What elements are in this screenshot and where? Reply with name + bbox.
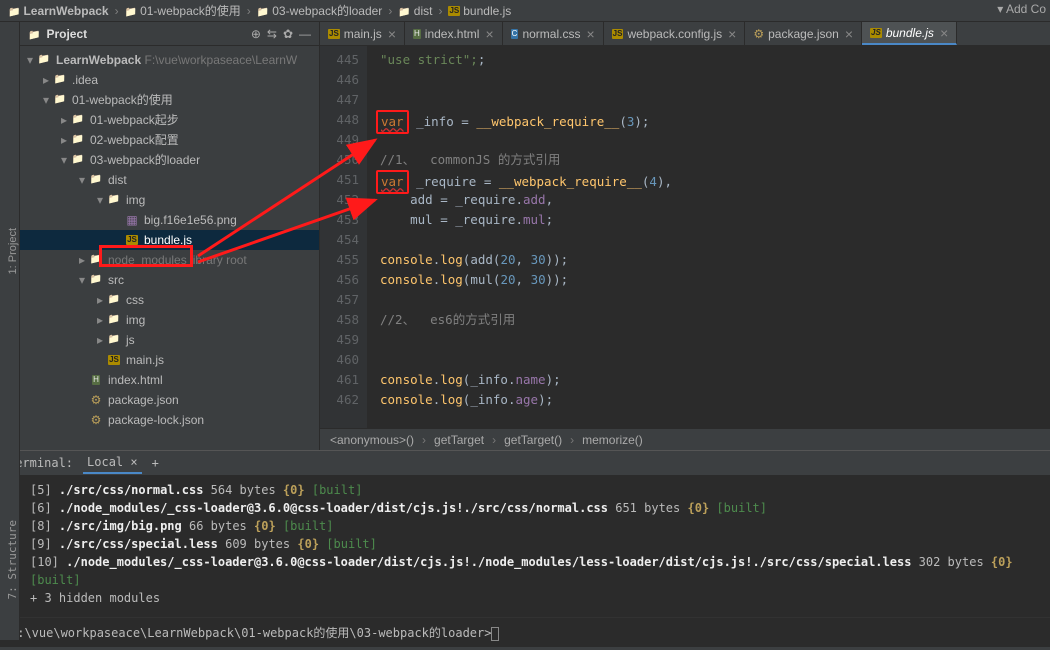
tab-normal-css[interactable]: Cnormal.css× [503, 22, 604, 45]
line-gutter: 4454464474484494504514524534544554564574… [320, 46, 368, 428]
project-tree[interactable]: ▾LearnWebpack F:\vue\workpaseace\LearnW … [20, 46, 319, 450]
terminal-tab-local[interactable]: Local × [83, 452, 142, 474]
code-editor[interactable]: 4454464474484494504514524534544554564574… [320, 46, 1050, 428]
js-file-icon: JS [448, 6, 460, 16]
folder-icon [398, 4, 410, 18]
folder-icon [257, 4, 269, 18]
tab-index-html[interactable]: Hindex.html× [405, 22, 503, 45]
locate-icon[interactable]: ⊕ [251, 27, 261, 41]
run-config-icon[interactable]: ▾ [997, 2, 1003, 16]
html-icon: H [92, 375, 100, 385]
json-icon: ⚙ [88, 390, 104, 410]
png-icon: ▦ [124, 210, 140, 230]
add-terminal-button[interactable]: + [152, 456, 159, 470]
tree-item-bundle-js[interactable]: JSbundle.js [20, 230, 319, 250]
project-view-icon [28, 27, 40, 41]
folder-icon [125, 4, 137, 18]
project-panel-title: Project [46, 27, 244, 41]
editor-tabs[interactable]: JSmain.js× Hindex.html× Cnormal.css× JSw… [320, 22, 1050, 46]
breadcrumb-bar: LearnWebpack › 01-webpack的使用 › 03-webpac… [0, 0, 1050, 22]
terminal-prompt[interactable]: F:\vue\workpaseace\LearnWebpack\01-webpa… [0, 617, 1050, 647]
tab-package-json[interactable]: ⚙package.json× [745, 22, 862, 45]
structure-tool-button[interactable]: 7: Structure [6, 520, 19, 599]
tab-bundle-js[interactable]: JSbundle.js× [862, 22, 957, 45]
folder-icon [8, 4, 20, 18]
project-panel: Project ⊕ ⇆ ✿ — ▾LearnWebpack F:\vue\wor… [20, 22, 320, 450]
hide-icon[interactable]: — [299, 27, 311, 41]
terminal-panel: 7: Structure 2: Favorites Terminal: Loca… [0, 450, 1050, 647]
add-config-button[interactable]: Add Co [1006, 2, 1046, 16]
structure-breadcrumb[interactable]: <anonymous>()› getTarget› getTarget()› m… [320, 428, 1050, 450]
terminal-output[interactable]: [5] ./src/css/normal.css 564 bytes {0} [… [0, 475, 1050, 617]
gear-icon[interactable]: ✿ [283, 27, 293, 41]
tab-webpack-config[interactable]: JSwebpack.config.js× [604, 22, 746, 45]
close-icon[interactable]: × [388, 26, 396, 42]
collapse-icon[interactable]: ⇆ [267, 27, 277, 41]
json-icon: ⚙ [88, 410, 104, 430]
tool-window-stripe-left[interactable]: 1: Project [0, 22, 20, 450]
tab-main-js[interactable]: JSmain.js× [320, 22, 405, 45]
close-icon[interactable]: × [130, 455, 137, 469]
project-tool-button[interactable]: 1: Project [7, 228, 19, 274]
